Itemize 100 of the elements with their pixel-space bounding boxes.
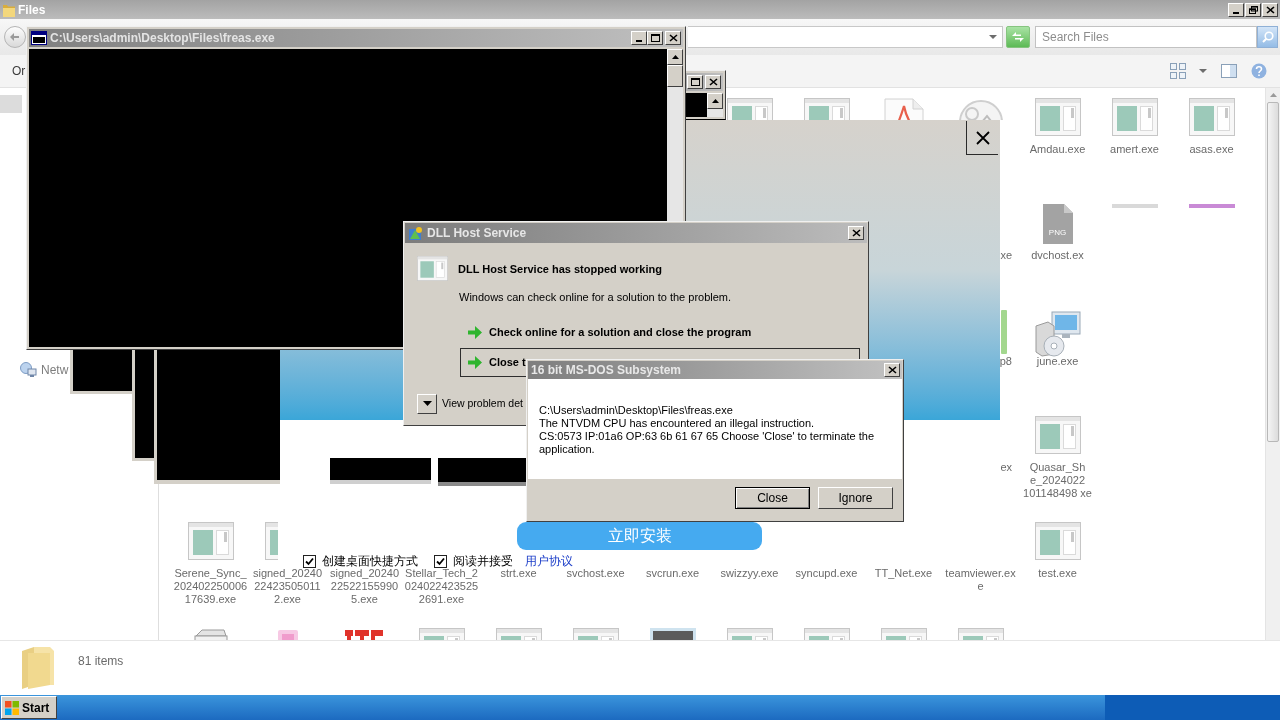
up-arrow-icon [671,55,679,59]
help-icon[interactable] [1251,63,1267,79]
application-window-icon[interactable] [1188,98,1235,136]
application-window-icon[interactable] [187,522,234,560]
maximize-button[interactable] [687,75,703,89]
dialog-button[interactable]: Close [735,487,810,509]
back-button[interactable] [4,26,26,48]
file-name[interactable]: svcrun.exe [634,567,711,580]
file-name[interactable]: TT_Net.exe [865,567,942,580]
scrollbar-thumb[interactable] [1267,102,1279,442]
file-name[interactable]: Stellar_Tech_20240224235252691.exe [403,567,480,606]
minimize-icon [636,40,642,42]
refresh-button[interactable] [1006,26,1030,48]
file-name[interactable]: june.exe [1019,355,1096,368]
status-text: 81 items [78,653,124,670]
application-window-icon [417,256,448,281]
maximize-button[interactable] [647,31,663,45]
close-icon [887,366,897,374]
checkmark-icon [436,556,445,566]
file-name[interactable]: teamviewer.exe [942,567,1019,593]
file-name[interactable]: svchost.exe [557,567,634,580]
file-name[interactable]: syncupd.exe [788,567,865,580]
file-name[interactable]: swizzyy.exe [711,567,788,580]
maximize-icon [650,34,660,42]
command-link[interactable]: Close t [461,348,526,376]
checkmark-icon [305,556,314,566]
pdf-document-icon[interactable] [883,98,924,120]
close-icon [1265,5,1275,14]
file-name[interactable]: xe [1000,249,1012,262]
arrow-icon [468,355,482,369]
file-name[interactable]: signed_20240225221559905.exe [326,567,403,606]
application-window-icon[interactable] [1034,98,1081,136]
checkbox[interactable] [303,554,316,568]
details-label[interactable]: View problem det [442,395,523,412]
file-name[interactable]: dvchost.ex [1019,249,1096,262]
expand-details-button[interactable] [417,393,437,414]
window-title: DLL Host Service [427,227,527,239]
close-icon [708,78,718,86]
sidebar-item[interactable]: Netw [20,362,69,378]
up-arrow-icon [711,99,719,103]
back-arrow-icon [10,32,20,42]
file-name[interactable]: Amdau.exe [1019,143,1096,156]
application-window-icon[interactable] [1034,416,1081,454]
file-name[interactable]: asas.exe [1173,143,1250,156]
application-window-icon[interactable] [803,98,850,120]
up-arrow-icon [1269,92,1277,97]
dropdown-caret-icon[interactable] [989,35,997,39]
refresh-arrows-icon [1011,31,1025,43]
close-icon [975,130,990,145]
file-name[interactable]: strt.exe [480,567,557,580]
error-message: C:\Users\admin\Desktop\Files\freas.exe The NTVDM CPU has encountered an illegal instruction. CS:0573 IP:01a6 OP:63 6b 61 67 65 Choose 'Close' to terminate the application. [539,404,876,456]
user-agreement-link[interactable]: 用户协议 [525,553,573,569]
file-name[interactable]: signed_20240224235050112.exe [249,567,326,606]
dialog-button[interactable]: Ignore [818,487,893,509]
command-link[interactable]: Check online for a solution and close the program [461,318,752,346]
preview-pane-icon[interactable] [1221,63,1237,79]
image-file-icon[interactable] [1042,204,1073,244]
close-button[interactable] [966,121,998,155]
dialog-heading: DLL Host Service has stopped working [458,262,662,277]
application-window-icon[interactable] [265,522,278,560]
restore-icon [1248,5,1258,14]
file-name[interactable]: test.exe [1019,567,1096,580]
search-icon [1261,31,1274,43]
folder-icon [3,2,15,17]
close-icon [668,34,678,42]
file-name[interactable]: ex [1000,461,1012,474]
checkbox-label[interactable]: 阅读并接受 [453,553,513,569]
network-icon [20,362,37,378]
file-name[interactable]: Quasar_Sh e_2024022 101148498 xe [1019,461,1096,500]
program-icon [408,225,423,241]
application-window-icon[interactable] [1111,98,1158,136]
checkbox-label[interactable]: 创建桌面快捷方式 [322,553,418,569]
file-name[interactable]: Serene_Sync_20240225000617639.exe [172,567,249,606]
minimize-button[interactable] [631,31,647,45]
dialog-message: Windows can check online for a solution to the problem. [459,290,732,305]
window-title: C:\Users\admin\Desktop\Files\freas.exe [50,32,275,44]
window-title: Files [18,3,46,16]
arrow-icon [468,325,482,339]
sidebar-selection [0,95,22,113]
minimize-icon [1233,11,1239,14]
scroll-up-button[interactable] [707,93,723,109]
file-name[interactable]: amert.exe [1096,143,1173,156]
installer-package-icon[interactable] [1033,310,1082,358]
maximize-icon [690,78,700,86]
file-type-text: PNG [1047,228,1068,237]
view-options-icon[interactable] [1170,63,1186,79]
dropdown-caret-icon[interactable] [1199,69,1207,73]
start-button[interactable]: Start [1,696,57,719]
window-title: 16 bit MS-DOS Subsystem [531,364,682,376]
partial-file-icon[interactable] [1188,204,1235,208]
application-window-icon[interactable] [1034,522,1081,560]
search-field[interactable]: Search Files [1035,26,1257,48]
toolbar-menu-button[interactable]: Or [12,62,26,80]
scroll-up-button[interactable] [667,49,683,65]
address-field[interactable] [688,26,1003,48]
checkbox[interactable] [434,554,447,568]
minimize-button[interactable] [1228,2,1244,17]
search-button[interactable] [1257,26,1278,48]
file-name[interactable]: p8 [999,355,1012,368]
restore-button[interactable] [1245,2,1261,17]
